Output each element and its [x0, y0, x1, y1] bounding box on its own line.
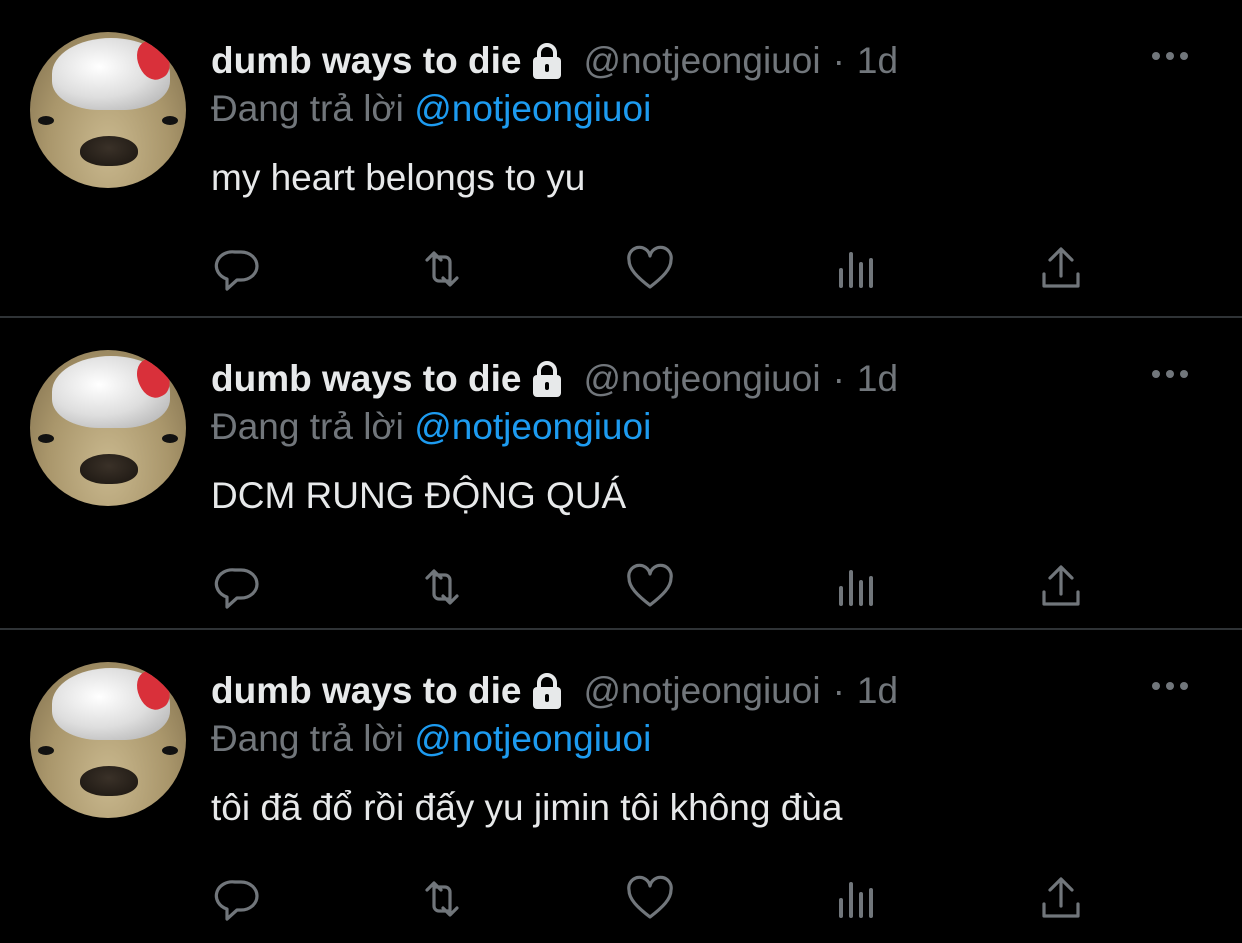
tweet-text: my heart belongs to yu: [211, 157, 586, 198]
more-horizontal-icon[interactable]: [1150, 676, 1190, 696]
display-name[interactable]: dumb ways to die: [211, 358, 521, 400]
timestamp[interactable]: 1d: [857, 40, 898, 82]
reply-prefix: Đang trả lời: [211, 406, 404, 447]
reply-to-handle[interactable]: @notjeongiuoi: [414, 406, 651, 447]
like-heart-icon[interactable]: [625, 562, 675, 612]
handle[interactable]: @notjeongiuoi: [583, 358, 820, 400]
lock-icon: [527, 41, 567, 81]
retweet-icon[interactable]: [417, 874, 467, 924]
reply-context: Đang trả lời @notjeongiuoi: [211, 406, 651, 448]
share-icon[interactable]: [1036, 874, 1086, 924]
reply-to-handle[interactable]: @notjeongiuoi: [414, 88, 651, 129]
avatar[interactable]: [30, 350, 186, 506]
reply-icon[interactable]: [213, 244, 263, 294]
avatar[interactable]: [30, 32, 186, 188]
reply-prefix: Đang trả lời: [211, 88, 404, 129]
tweet[interactable]: dumb ways to die @notjeongiuoi · 1d Đang…: [0, 318, 1242, 630]
tweet[interactable]: dumb ways to die @notjeongiuoi · 1d Đang…: [0, 0, 1242, 318]
views-chart-icon[interactable]: [832, 874, 882, 924]
retweet-icon[interactable]: [417, 562, 467, 612]
like-heart-icon[interactable]: [625, 244, 675, 294]
share-icon[interactable]: [1036, 244, 1086, 294]
tweet-text: tôi đã đổ rồi đấy yu jimin tôi không đùa: [211, 787, 843, 828]
timestamp[interactable]: 1d: [857, 670, 898, 712]
tweet-header: dumb ways to die @notjeongiuoi · 1d: [211, 668, 898, 714]
like-heart-icon[interactable]: [625, 874, 675, 924]
lock-icon: [527, 359, 567, 399]
reply-icon[interactable]: [213, 874, 263, 924]
share-icon[interactable]: [1036, 562, 1086, 612]
avatar[interactable]: [30, 662, 186, 818]
separator-dot: ·: [832, 40, 845, 81]
timestamp[interactable]: 1d: [857, 358, 898, 400]
tweet-text: DCM RUNG ĐỘNG QUÁ: [211, 475, 627, 516]
views-chart-icon[interactable]: [832, 244, 882, 294]
lock-icon: [527, 671, 567, 711]
tweet-actions: [0, 562, 1242, 612]
separator-dot: ·: [832, 670, 845, 711]
tweet[interactable]: dumb ways to die @notjeongiuoi · 1d Đang…: [0, 630, 1242, 943]
handle[interactable]: @notjeongiuoi: [583, 40, 820, 82]
reply-prefix: Đang trả lời: [211, 718, 404, 759]
more-horizontal-icon[interactable]: [1150, 364, 1190, 384]
views-chart-icon[interactable]: [832, 562, 882, 612]
more-horizontal-icon[interactable]: [1150, 46, 1190, 66]
reply-to-handle[interactable]: @notjeongiuoi: [414, 718, 651, 759]
retweet-icon[interactable]: [417, 244, 467, 294]
separator-dot: ·: [832, 358, 845, 399]
reply-icon[interactable]: [213, 562, 263, 612]
handle[interactable]: @notjeongiuoi: [583, 670, 820, 712]
display-name[interactable]: dumb ways to die: [211, 670, 521, 712]
reply-context: Đang trả lời @notjeongiuoi: [211, 718, 651, 760]
tweet-header: dumb ways to die @notjeongiuoi · 1d: [211, 356, 898, 402]
tweet-actions: [0, 874, 1242, 924]
display-name[interactable]: dumb ways to die: [211, 40, 521, 82]
tweet-actions: [0, 244, 1242, 294]
tweet-header: dumb ways to die @notjeongiuoi · 1d: [211, 38, 898, 84]
reply-context: Đang trả lời @notjeongiuoi: [211, 88, 651, 130]
